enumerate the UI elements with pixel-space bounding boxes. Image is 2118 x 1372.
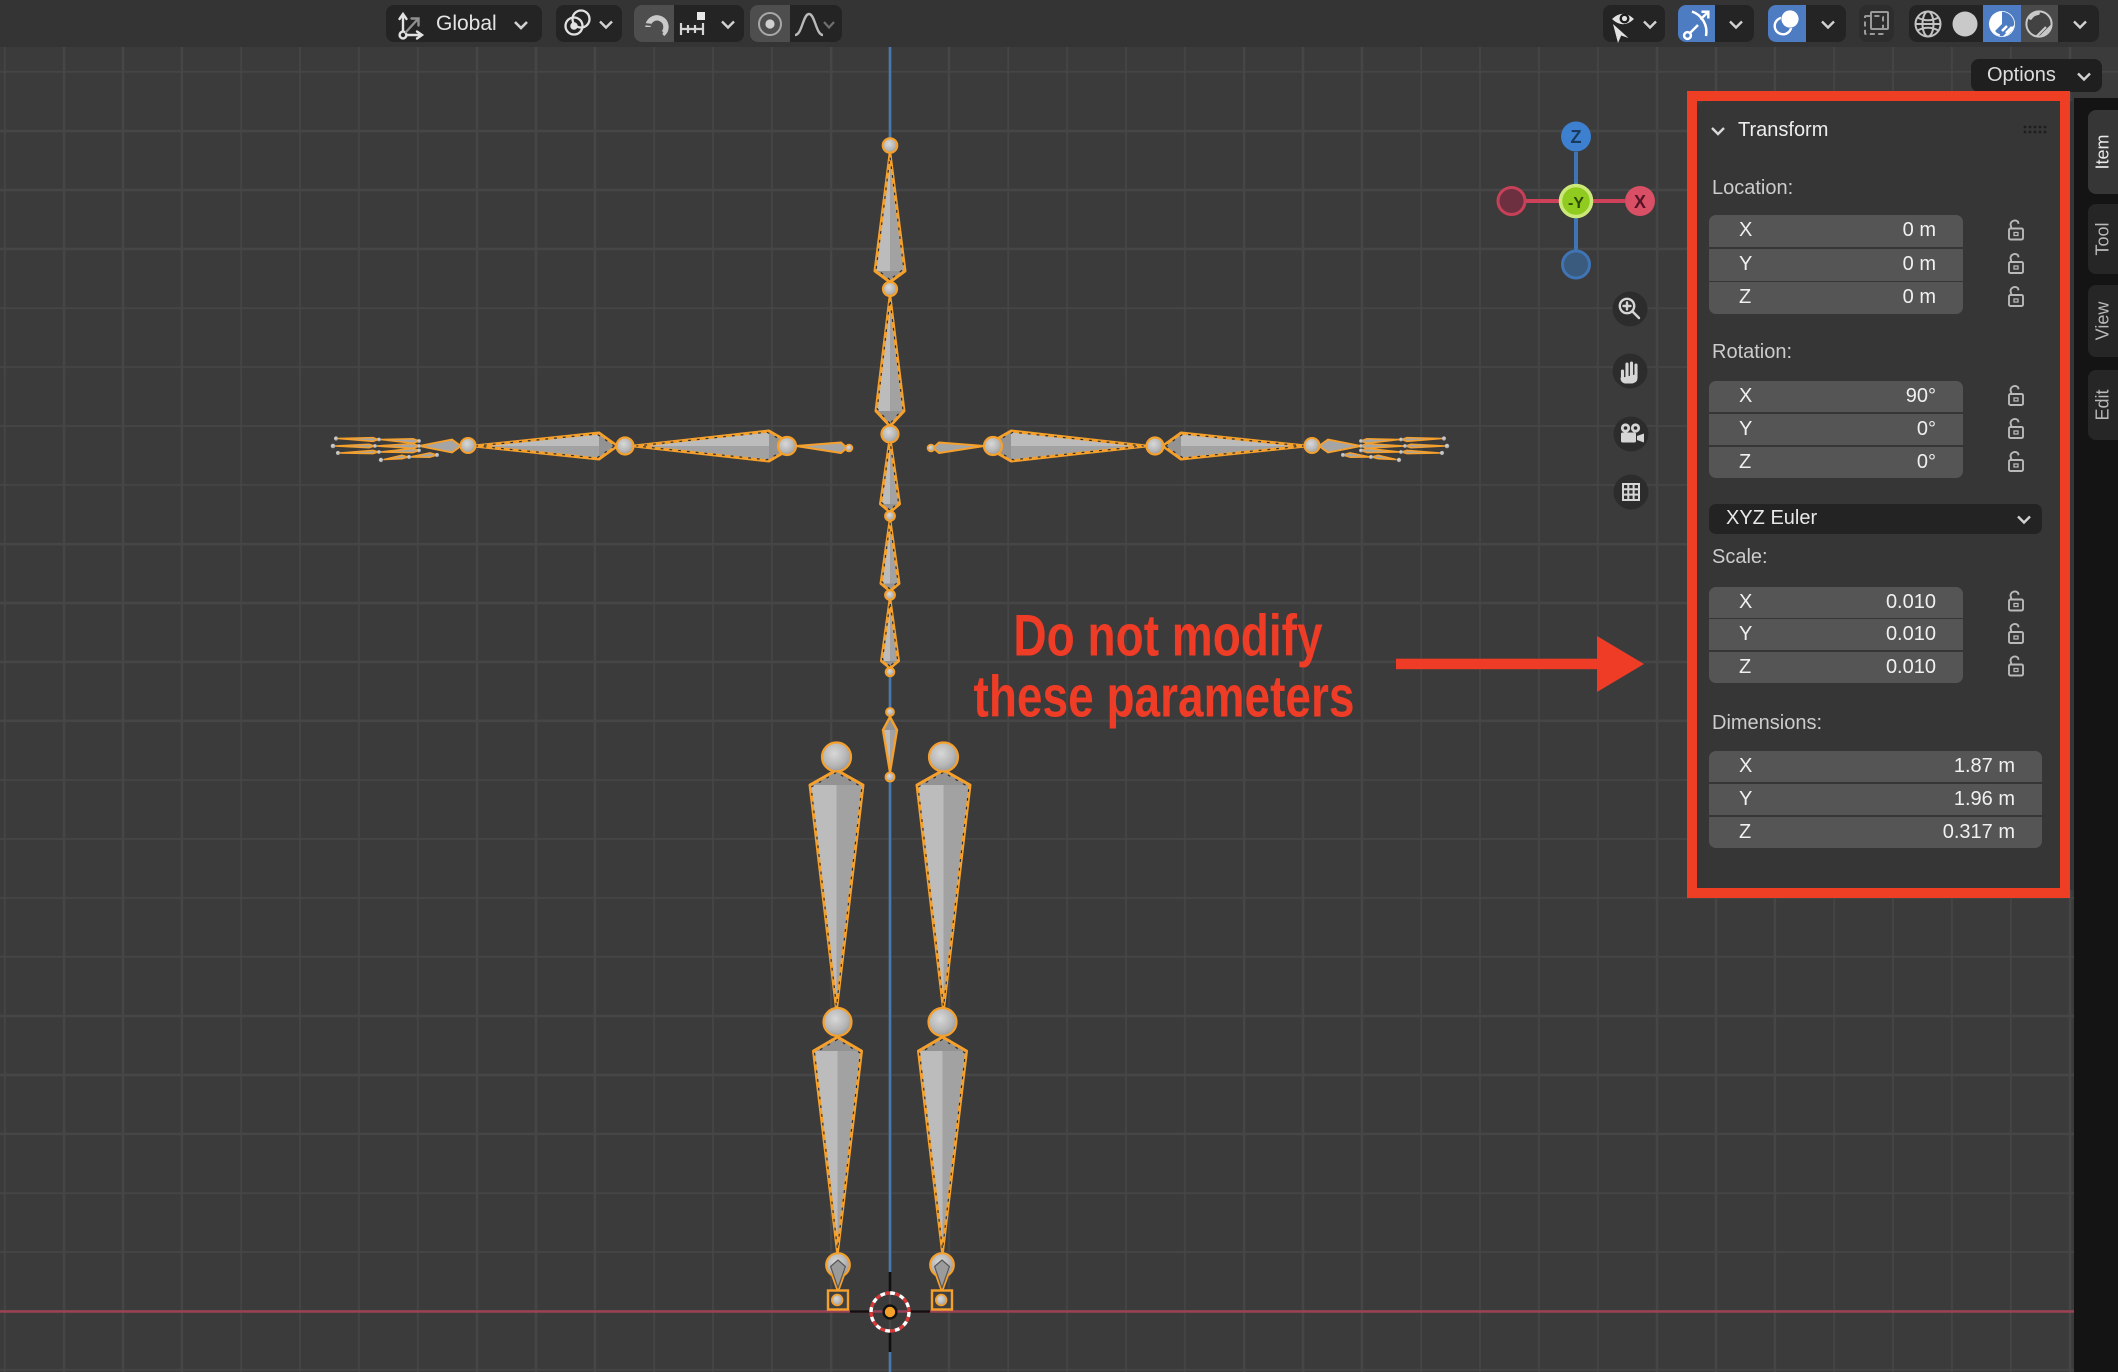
svg-text:Z: Z [1571, 127, 1582, 147]
svg-text:-Y: -Y [1568, 195, 1584, 212]
svg-text:X: X [1634, 192, 1646, 212]
